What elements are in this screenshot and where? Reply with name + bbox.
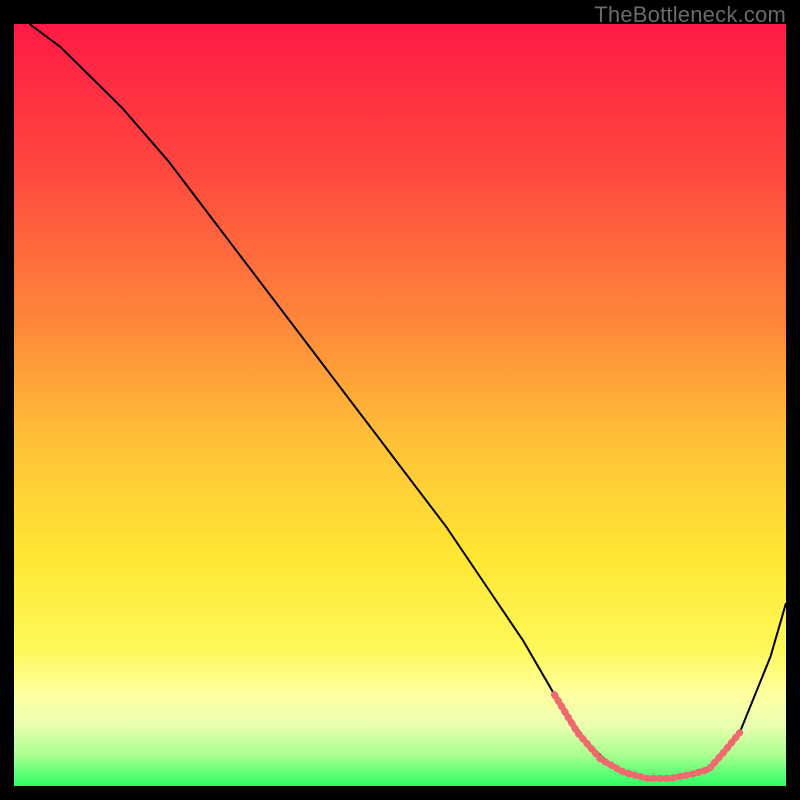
chart-svg (14, 24, 786, 786)
plot-area (14, 24, 786, 786)
gradient-background (14, 24, 786, 786)
chart-frame: TheBottleneck.com (0, 0, 800, 800)
